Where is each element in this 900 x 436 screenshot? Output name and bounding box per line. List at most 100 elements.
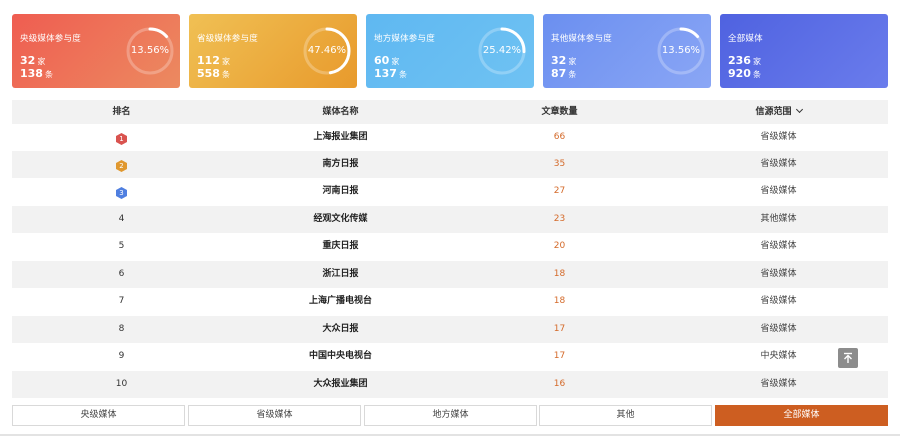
article-count: 17 [553,351,566,361]
article-count: 17 [553,324,566,334]
table-row[interactable]: 3 河南日报 27 省级媒体 [12,178,888,205]
source-scope: 省级媒体 [760,132,797,142]
media-count: 112 [197,54,220,67]
header-source-scope: 信源范围 [755,107,792,117]
article-count-unit: 条 [752,70,761,79]
media-name: 上海报业集团 [313,132,368,142]
article-count-unit: 条 [221,70,230,79]
participation-ring: 47.46% [301,25,353,77]
card-all-media[interactable]: 全部媒体 236 家 920 条 [720,14,888,88]
tab-other[interactable]: 其他 [539,405,712,426]
media-count: 32 [20,54,36,67]
rank-number: 9 [118,351,125,361]
table-row[interactable]: 10 大众报业集团 16 省级媒体 [12,371,888,398]
media-count-unit: 家 [391,57,400,66]
table-row[interactable]: 1 上海报业集团 66 省级媒体 [12,124,888,151]
participation-ring: 13.56% [124,25,176,77]
tab-all-media[interactable]: 全部媒体 [715,405,888,426]
participation-percent: 47.46% [307,45,347,56]
article-count: 137 [374,67,397,80]
card-title: 省级媒体参与度 [197,34,258,44]
card-provincial-media[interactable]: 省级媒体参与度 112 家 558 条 47.46% [189,14,357,88]
table-row[interactable]: 4 经观文化传媒 23 其他媒体 [12,206,888,233]
source-scope: 省级媒体 [760,186,797,196]
rank-number: 6 [118,269,125,279]
media-name: 上海广播电视台 [308,296,372,306]
source-scope: 省级媒体 [760,324,797,334]
table-row[interactable]: 5 重庆日报 20 省级媒体 [12,233,888,260]
table-row[interactable]: 2 南方日报 35 省级媒体 [12,151,888,178]
participation-ring: 25.42% [476,25,528,77]
header-media-name: 媒体名称 [322,107,359,117]
article-count-unit: 条 [44,70,53,79]
media-name: 大众报业集团 [313,379,368,389]
source-scope: 省级媒体 [760,269,797,279]
media-name: 经观文化传媒 [313,214,368,224]
media-name: 河南日报 [322,186,359,196]
media-name: 重庆日报 [322,241,359,251]
participation-percent: 13.56% [661,45,701,56]
article-count: 66 [553,132,566,142]
media-count-unit: 家 [568,57,577,66]
tab-central-media[interactable]: 央级媒体 [12,405,185,426]
article-count: 18 [553,296,566,306]
article-count: 87 [551,67,567,80]
table-row[interactable]: 9 中国中央电视台 17 中央媒体 [12,343,888,370]
rank-badge-bronze-icon: 3 [116,187,127,199]
media-count: 60 [374,54,390,67]
header-article-count[interactable]: 文章数量 [450,100,669,124]
media-filter-tabs: 央级媒体 省级媒体 地方媒体 其他 全部媒体 [12,405,888,426]
source-scope: 省级媒体 [760,296,797,306]
article-count: 920 [728,67,751,80]
article-count: 16 [553,379,566,389]
rank-number: 8 [118,324,125,334]
article-count-unit: 条 [398,70,407,79]
card-title: 其他媒体参与度 [551,34,612,44]
media-name: 大众日报 [322,324,359,334]
card-title: 地方媒体参与度 [374,34,435,44]
article-count-unit: 条 [568,70,577,79]
arrow-up-to-line-icon [844,352,852,363]
card-other-media[interactable]: 其他媒体参与度 32 家 87 条 13.56% [543,14,711,88]
tab-local-media[interactable]: 地方媒体 [364,405,537,426]
article-count: 18 [553,269,566,279]
media-name: 南方日报 [322,159,359,169]
card-title: 央级媒体参与度 [20,34,81,44]
rank-badge-silver-icon: 2 [116,160,127,172]
rank-number: 4 [118,214,125,224]
rank-number: 7 [118,296,125,306]
source-scope: 省级媒体 [760,159,797,169]
tab-provincial-media[interactable]: 省级媒体 [188,405,361,426]
participation-percent: 25.42% [482,45,522,56]
media-count: 236 [728,54,751,67]
source-scope: 省级媒体 [760,241,797,251]
card-central-media[interactable]: 央级媒体参与度 32 家 138 条 13.56% [12,14,180,88]
media-name: 浙江日报 [322,269,359,279]
participation-percent: 13.56% [130,45,170,56]
table-header: 排名 媒体名称 文章数量 信源范围 [12,100,888,124]
media-count-unit: 家 [752,57,761,66]
media-count: 32 [551,54,567,67]
card-title: 全部媒体 [728,34,763,44]
article-count: 138 [20,67,43,80]
header-source-scope-filter[interactable]: 信源范围 [669,100,888,124]
participation-ring: 13.56% [655,25,707,77]
article-count: 558 [197,67,220,80]
card-local-media[interactable]: 地方媒体参与度 60 家 137 条 25.42% [366,14,534,88]
table-row[interactable]: 8 大众日报 17 省级媒体 [12,316,888,343]
media-name: 中国中央电视台 [308,351,372,361]
chevron-down-icon [795,105,803,114]
rank-number: 5 [118,241,125,251]
header-rank: 排名 [112,107,131,117]
media-count-unit: 家 [37,57,46,66]
media-count-unit: 家 [221,57,230,66]
table-row[interactable]: 7 上海广播电视台 18 省级媒体 [12,288,888,315]
scroll-to-top-button[interactable] [838,348,858,368]
table-row[interactable]: 6 浙江日报 18 省级媒体 [12,261,888,288]
source-scope: 其他媒体 [760,214,797,224]
article-count: 35 [553,159,566,169]
article-count: 27 [553,186,566,196]
article-count: 23 [553,214,566,224]
source-scope: 省级媒体 [760,379,797,389]
stats-cards: 央级媒体参与度 32 家 138 条 13.56% 省级媒体参与度 112 家 558… [12,14,888,88]
